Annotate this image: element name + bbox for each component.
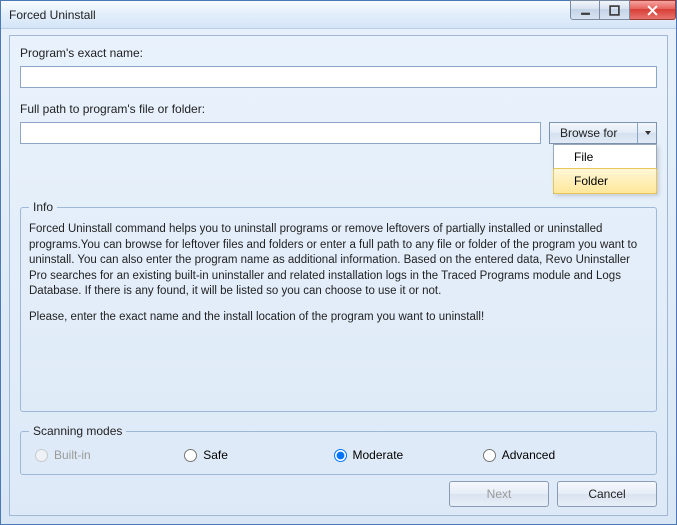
minimize-icon <box>580 5 591 16</box>
mode-safe-label: Safe <box>203 448 228 462</box>
window: Forced Uninstall Program's exact name: F… <box>0 0 677 525</box>
browse-for-label: Browse for <box>560 126 617 140</box>
mode-moderate-radio[interactable] <box>334 449 347 462</box>
mode-builtin-radio <box>35 449 48 462</box>
browse-for-button[interactable]: Browse for <box>549 122 657 144</box>
program-path-input[interactable] <box>20 122 541 144</box>
info-paragraph-1: Forced Uninstall command helps you to un… <box>29 222 648 300</box>
browse-option-file[interactable]: File <box>554 145 656 169</box>
cancel-button[interactable]: Cancel <box>557 481 657 507</box>
info-paragraph-2: Please, enter the exact name and the ins… <box>29 310 648 326</box>
browse-dropdown: File Folder <box>553 144 657 194</box>
mode-moderate[interactable]: Moderate <box>334 448 483 462</box>
chevron-down-icon <box>637 123 652 143</box>
mode-advanced[interactable]: Advanced <box>483 448 632 462</box>
scanning-modes-row: Built-in Safe Moderate Advanced <box>29 444 648 462</box>
dialog-content: Program's exact name: Full path to progr… <box>9 35 668 516</box>
path-row: Browse for File Folder <box>20 122 657 144</box>
maximize-icon <box>609 5 620 16</box>
program-name-label: Program's exact name: <box>20 46 657 60</box>
browse-wrap: Browse for File Folder <box>549 122 657 144</box>
program-name-input[interactable] <box>20 66 657 88</box>
close-icon <box>647 5 658 16</box>
info-text: Forced Uninstall command helps you to un… <box>29 222 648 325</box>
scanning-modes-legend: Scanning modes <box>29 424 126 438</box>
browse-option-folder[interactable]: Folder <box>553 168 657 194</box>
titlebar: Forced Uninstall <box>1 1 676 29</box>
dialog-footer: Next Cancel <box>449 481 657 507</box>
info-groupbox: Info Forced Uninstall command helps you … <box>20 200 657 412</box>
mode-moderate-label: Moderate <box>353 448 404 462</box>
scanning-modes-groupbox: Scanning modes Built-in Safe Moderate Ad… <box>20 424 657 475</box>
next-button[interactable]: Next <box>449 481 549 507</box>
program-path-label: Full path to program's file or folder: <box>20 102 657 116</box>
mode-safe[interactable]: Safe <box>184 448 333 462</box>
info-legend: Info <box>29 200 57 214</box>
mode-advanced-radio[interactable] <box>483 449 496 462</box>
mode-builtin-label: Built-in <box>54 448 91 462</box>
window-controls <box>570 0 676 20</box>
mode-safe-radio[interactable] <box>184 449 197 462</box>
maximize-button[interactable] <box>600 0 630 20</box>
mode-builtin: Built-in <box>35 448 184 462</box>
close-button[interactable] <box>630 0 676 20</box>
mode-advanced-label: Advanced <box>502 448 555 462</box>
minimize-button[interactable] <box>570 0 600 20</box>
